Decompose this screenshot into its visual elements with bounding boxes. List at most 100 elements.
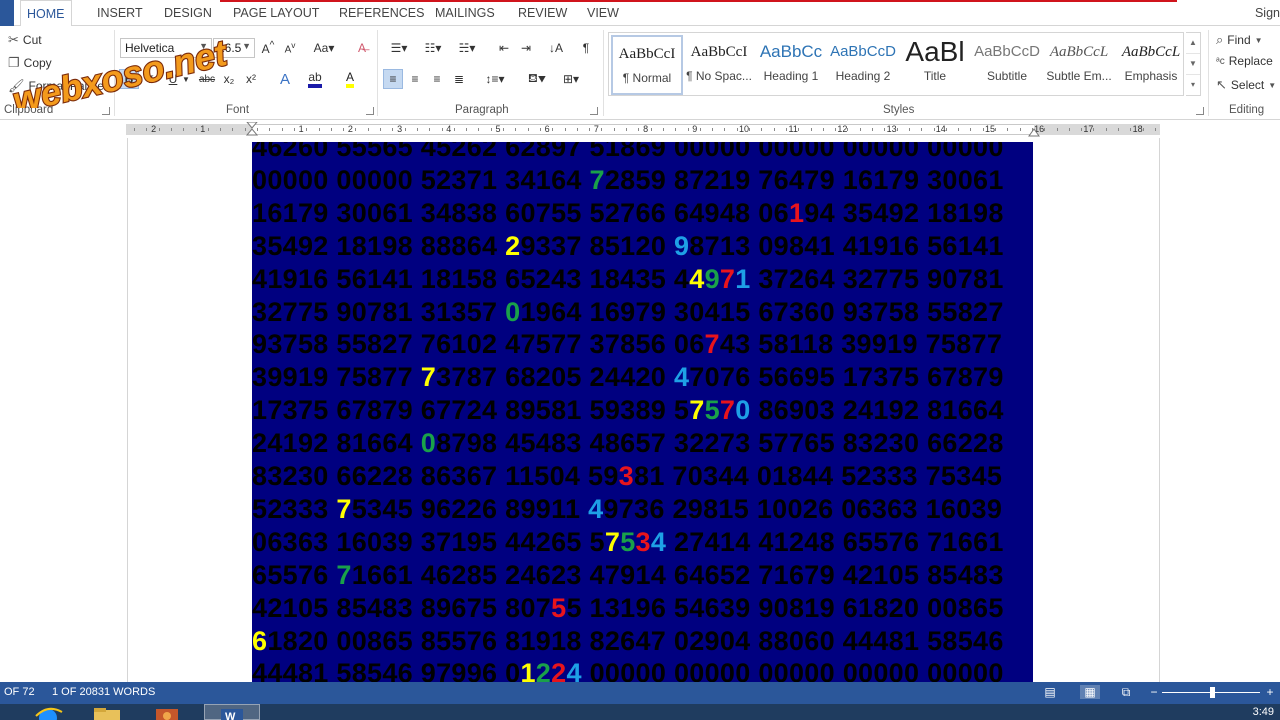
font-color-button[interactable]: A (340, 69, 360, 89)
tab-insert[interactable]: INSERT (97, 6, 143, 20)
gallery-more-button[interactable]: ▾ (1186, 75, 1200, 96)
bold-button[interactable]: B (119, 69, 139, 89)
grid-row[interactable]: 24192 81664 08798 45483 48657 32273 5776… (252, 428, 1004, 461)
grid-row[interactable]: 00000 00000 52371 34164 72859 87219 7647… (252, 165, 1004, 198)
status-bar: OF 72 1 OF 20831 WORDS ▤ ▦ ⧉ − + (0, 682, 1280, 704)
zoom-slider-thumb[interactable] (1210, 687, 1215, 698)
indent-marker[interactable] (246, 122, 260, 138)
style-no-spacing[interactable]: AaBbCcI ¶ No Spac... (683, 35, 755, 95)
grid-row[interactable]: 93758 55827 76102 47577 37856 06743 5811… (252, 329, 1002, 362)
internet-explorer-icon[interactable] (30, 706, 70, 720)
clipboard-launcher[interactable] (102, 107, 110, 115)
grid-row[interactable]: 39919 75877 73787 68205 24420 47076 5669… (252, 362, 1004, 395)
multilevel-list-button[interactable]: ☵▾ (452, 38, 482, 58)
change-case-button[interactable]: Aa▾ (310, 38, 338, 58)
tab-references[interactable]: REFERENCES (339, 6, 424, 20)
file-tab-edge[interactable] (0, 0, 14, 26)
sign-in-link[interactable]: Sign (1255, 6, 1280, 20)
digit-run: 39919 75877 (252, 362, 421, 393)
number-grid[interactable]: 46260 55565 45262 62897 51869 00000 0000… (252, 142, 1033, 682)
grid-row[interactable]: 06363 16039 37195 44265 57534 27414 4124… (252, 527, 1004, 560)
tab-home[interactable]: HOME (20, 0, 72, 27)
page-count[interactable]: OF 72 (4, 686, 35, 698)
show-formatting-button[interactable]: ¶ (576, 38, 596, 58)
grid-row[interactable]: 83230 66228 86367 11504 59381 70344 0184… (252, 461, 1002, 494)
zoom-out-icon[interactable]: − (1146, 685, 1162, 699)
word-count[interactable]: 1 OF 20831 WORDS (52, 686, 155, 698)
grid-row[interactable]: 16179 30061 34838 60755 52766 64948 0619… (252, 198, 1004, 231)
grid-row[interactable]: 17375 67879 67724 89581 59389 57570 8690… (252, 395, 1004, 428)
web-layout-icon[interactable]: ⧉ (1118, 685, 1134, 699)
find-button[interactable]: ⌕ Find ▼ (1216, 32, 1263, 48)
sort-button[interactable]: ↓A (546, 38, 566, 58)
tab-view[interactable]: VIEW (587, 6, 619, 20)
read-mode-icon[interactable]: ▤ (1042, 685, 1058, 699)
tab-mailings[interactable]: MAILINGS (435, 6, 495, 20)
media-player-icon[interactable] (150, 706, 190, 720)
grid-row[interactable]: 65576 71661 46285 24623 47914 64652 7167… (252, 560, 1004, 593)
text-effects-button[interactable]: A (275, 69, 295, 89)
grid-row[interactable]: 44481 58546 97996 01224 00000 00000 0000… (252, 658, 1004, 682)
file-explorer-icon[interactable] (90, 706, 130, 720)
underline-dropdown[interactable]: ▼ (180, 69, 192, 89)
style-emphasis[interactable]: AaBbCcL Emphasis (1115, 35, 1187, 95)
grid-row[interactable]: 46260 55565 45262 62897 51869 00000 0000… (252, 142, 1004, 165)
tab-review[interactable]: REVIEW (518, 6, 567, 20)
justify-button[interactable]: ≣ (449, 69, 469, 89)
font-name-combo[interactable]: Helvetica ▼ (120, 38, 212, 58)
right-indent-marker[interactable] (1028, 125, 1040, 137)
copy-button[interactable]: ❐ Copy (8, 55, 52, 71)
style-subtle-emphasis[interactable]: AaBbCcL Subtle Em... (1043, 35, 1115, 95)
font-size-combo[interactable]: 16.5 ▼ (213, 38, 255, 58)
shrink-font-button[interactable]: Av (280, 38, 300, 58)
ribbon-tab-bar: HOME INSERT DESIGN PAGE LAYOUT REFERENCE… (0, 0, 1280, 27)
style-subtitle[interactable]: AaBbCcD Subtitle (971, 35, 1043, 95)
borders-button[interactable]: ⊞▾ (556, 69, 586, 89)
line-spacing-button[interactable]: ↕≡▾ (480, 69, 510, 89)
highlighted-digit: 5 (620, 526, 636, 557)
italic-button[interactable]: I (141, 69, 161, 89)
grid-row[interactable]: 52333 75345 96226 89911 49736 29815 1002… (252, 494, 1002, 527)
ruler-tick (675, 128, 677, 131)
replace-button[interactable]: ᵃc Replace (1216, 54, 1273, 68)
superscript-button[interactable]: x² (241, 69, 261, 89)
print-layout-icon[interactable]: ▦ (1080, 685, 1100, 699)
align-left-button[interactable]: ≡ (383, 69, 403, 89)
strikethrough-button[interactable]: abc (197, 69, 217, 89)
subscript-button[interactable]: x₂ (219, 69, 239, 89)
font-launcher[interactable] (366, 107, 374, 115)
decrease-indent-button[interactable]: ⇤ (494, 38, 514, 58)
styles-launcher[interactable] (1196, 107, 1204, 115)
ruler-tick (306, 128, 308, 131)
select-button[interactable]: ↖ Select ▼ (1216, 77, 1276, 93)
format-painter-button[interactable]: 🖌 Format Painter (8, 78, 108, 94)
align-right-button[interactable]: ≡ (427, 69, 447, 89)
highlight-color-button[interactable]: ab (305, 69, 325, 89)
style-heading-2[interactable]: AaBbCcD Heading 2 (827, 35, 899, 95)
align-center-button[interactable]: ≡ (405, 69, 425, 89)
tab-page-layout[interactable]: PAGE LAYOUT (233, 6, 319, 20)
horizontal-ruler[interactable]: 2 1 1 2 3 4 5 6 7 8 9 10 11 12 13 14 15 16 17 18 (126, 122, 1160, 138)
style-title[interactable]: AaBl Title (899, 35, 971, 95)
gallery-up-button[interactable]: ▲ (1186, 33, 1200, 54)
cut-button[interactable]: ✂ Cut (8, 32, 42, 48)
tab-design[interactable]: DESIGN (164, 6, 212, 20)
shading-button[interactable]: ⛾▾ (522, 69, 552, 89)
clear-formatting-button[interactable]: A̶ (352, 38, 372, 58)
style-normal[interactable]: AaBbCcI ¶ Normal (611, 35, 683, 95)
grid-row[interactable]: 32775 90781 31357 01964 16979 30415 6736… (252, 297, 1004, 330)
paragraph-launcher[interactable] (590, 107, 598, 115)
grid-row[interactable]: 35492 18198 88864 29337 85120 98713 0984… (252, 231, 1004, 264)
word-taskbar-button[interactable]: W (204, 704, 260, 720)
grid-row[interactable]: 42105 85483 89675 80755 13196 54639 9081… (252, 593, 1004, 626)
taskbar-clock[interactable]: 3:49 (1253, 706, 1274, 718)
grow-font-button[interactable]: A^ (258, 38, 278, 58)
gallery-down-button[interactable]: ▼ (1186, 54, 1200, 75)
numbering-button[interactable]: ☷▾ (418, 38, 448, 58)
grid-row[interactable]: 61820 00865 85576 81918 82647 02904 8806… (252, 626, 1004, 659)
grid-row[interactable]: 41916 56141 18158 65243 18435 44971 3726… (252, 264, 1004, 297)
bullets-button[interactable]: ☰▾ (384, 38, 414, 58)
increase-indent-button[interactable]: ⇥ (516, 38, 536, 58)
style-heading-1[interactable]: AaBbCc Heading 1 (755, 35, 827, 95)
zoom-in-icon[interactable]: + (1262, 685, 1278, 699)
